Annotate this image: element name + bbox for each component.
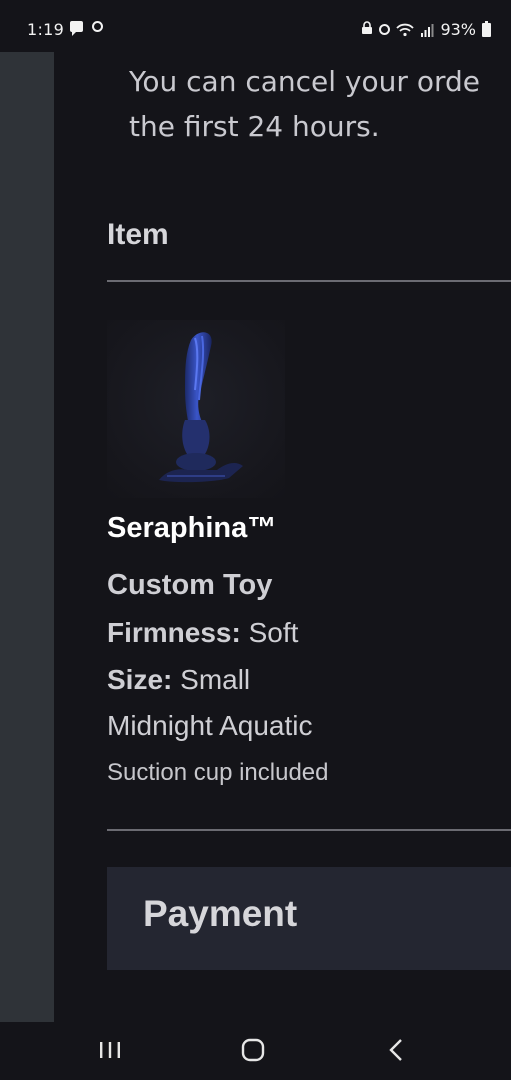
status-time: 1:19 xyxy=(27,20,65,39)
signal-icon xyxy=(420,23,434,37)
product-type: Custom Toy xyxy=(107,569,273,601)
chat-icon xyxy=(70,21,83,36)
product-name[interactable]: Seraphina™ xyxy=(107,512,276,545)
recent-apps-button[interactable] xyxy=(80,1032,140,1072)
recent-apps-icon xyxy=(99,1040,121,1064)
lock-icon xyxy=(361,20,373,39)
left-rail xyxy=(0,52,54,1022)
status-left-icons xyxy=(70,21,103,36)
status-right-icons: 93% xyxy=(361,20,491,39)
size-spec: Size: Small xyxy=(107,664,250,696)
status-bar: 1:19 93% xyxy=(0,0,511,52)
payment-title: Payment xyxy=(143,893,298,934)
divider xyxy=(107,829,511,831)
color-spec: Midnight Aquatic xyxy=(107,710,313,741)
firmness-spec: Firmness: Soft xyxy=(107,617,298,649)
accessory-spec: Suction cup included xyxy=(107,759,329,786)
battery-icon xyxy=(482,20,491,37)
divider xyxy=(107,280,511,282)
alarm-icon xyxy=(379,24,391,35)
cancel-notice-line-1: You can cancel your orde xyxy=(129,65,480,98)
firmness-label: Firmness: xyxy=(107,617,241,648)
payment-section: Payment xyxy=(107,867,511,970)
wifi-icon xyxy=(396,23,415,37)
product-image[interactable] xyxy=(107,320,285,498)
cancel-notice: You can cancel your orde the first 24 ho… xyxy=(129,59,511,149)
size-label: Size: xyxy=(107,664,173,695)
order-content[interactable]: You can cancel your orde the first 24 ho… xyxy=(54,52,511,1022)
cancel-notice-line-2: the first 24 hours. xyxy=(129,110,380,143)
home-icon xyxy=(241,1038,265,1066)
alarm-icon xyxy=(92,21,103,32)
system-nav-bar xyxy=(0,1022,511,1080)
back-button[interactable] xyxy=(366,1032,426,1072)
battery-percent: 93% xyxy=(440,20,476,39)
back-icon xyxy=(388,1038,404,1066)
item-section-title: Item xyxy=(107,218,169,251)
home-button[interactable] xyxy=(223,1032,283,1072)
firmness-value: Soft xyxy=(240,617,299,648)
size-value: Small xyxy=(172,664,251,695)
